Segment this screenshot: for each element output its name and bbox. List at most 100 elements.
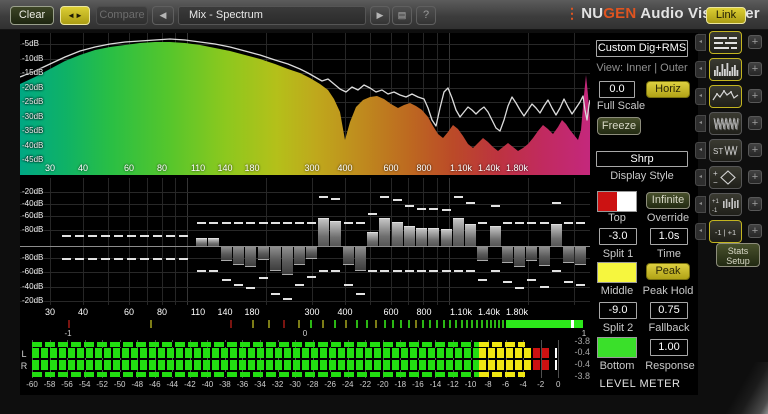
meter-readout-value[interactable]: -3.8 <box>566 336 590 346</box>
correlation-view-add-button[interactable]: + <box>748 224 762 238</box>
fallback-value[interactable]: 0.75 <box>650 302 688 319</box>
correlation-view-button[interactable]: -1 | +1 <box>709 220 742 243</box>
grid-line <box>266 178 267 305</box>
spectrum-bars-view-add-button[interactable]: + <box>748 62 762 76</box>
mid-band-bar <box>245 247 256 267</box>
grid-line <box>20 230 590 231</box>
correlation-tick <box>466 320 468 328</box>
correlation-tick <box>415 320 417 328</box>
peak-hold-dash <box>564 281 573 284</box>
clear-button[interactable]: Clear <box>10 6 54 25</box>
vectorscope-view-add-button[interactable]: + <box>748 170 762 184</box>
view-mode-label[interactable]: View: Inner | Outer <box>596 62 687 74</box>
peak-hold-dash <box>127 258 136 260</box>
next-arrow-icon: ▶ <box>376 10 384 20</box>
split2-value[interactable]: -9.0 <box>599 302 637 319</box>
mid-band-bar <box>233 247 244 265</box>
spectrum-line-view-add-button[interactable]: + <box>748 89 762 103</box>
spectrum-line-view-button[interactable] <box>709 85 742 108</box>
spectrogram-view-add-button[interactable]: + <box>748 116 762 130</box>
meter-scale-number: -50 <box>113 380 126 389</box>
split1-value[interactable]: -3.0 <box>599 228 637 245</box>
stereo-spectrogram-view-tab[interactable]: ◂ <box>695 142 706 159</box>
meter-bar-yellow <box>479 348 532 358</box>
meter-tick <box>558 340 560 378</box>
spectrum-db-label: -45dB <box>22 155 44 164</box>
middle-color-swatch[interactable] <box>597 262 637 283</box>
spectrum-db-label: -5dB <box>22 39 39 48</box>
spectrum-bars-view-tab[interactable]: ◂ <box>695 61 706 78</box>
level-meter-view-button[interactable] <box>709 31 742 54</box>
spectrogram-view-button[interactable] <box>709 112 742 135</box>
correlation-tick <box>481 320 483 328</box>
top-color-swatch[interactable] <box>597 191 637 212</box>
mid-band-bar <box>502 247 513 263</box>
meter-readout-value[interactable]: -0.4 <box>566 347 590 357</box>
peak-hold-dash <box>552 202 561 205</box>
mid-band-bar <box>379 218 390 246</box>
mid-freq-label: 600 <box>383 307 399 317</box>
full-scale-label: Full Scale <box>596 100 646 112</box>
peak-hold-dash <box>319 196 328 198</box>
vectorscope-view-button[interactable]: + − <box>709 166 742 189</box>
grid-line <box>108 178 109 305</box>
stereo-spectrogram-view-button[interactable]: ST <box>709 139 742 162</box>
preset-next-button[interactable]: ▶ <box>370 6 390 25</box>
peak-hold-dash <box>515 221 524 224</box>
vectorscope-view-tab[interactable]: ◂ <box>695 169 706 186</box>
stereo-spectrogram-view-add-button[interactable]: + <box>748 143 762 157</box>
spectrum-fill <box>20 42 590 175</box>
mid-band-bar <box>404 226 415 246</box>
correlation-tick <box>150 320 152 328</box>
spectrogram-view-tab[interactable]: ◂ <box>695 115 706 132</box>
meter-readout-value[interactable]: -3.8 <box>566 371 590 381</box>
correlation-view-tab[interactable]: ◂ <box>695 223 706 240</box>
meter-scale-number: -6 <box>502 380 510 389</box>
spectrum-bars-view-button[interactable] <box>709 58 742 81</box>
meter-bar-green <box>32 360 480 370</box>
level-meter-view-icon <box>714 37 737 49</box>
correlation-tick <box>268 320 270 328</box>
help-button[interactable]: ? <box>416 6 436 25</box>
compare-button[interactable]: Compare <box>96 6 148 25</box>
swap-ab-button[interactable]: ◄► <box>60 6 90 25</box>
peak-button[interactable]: Peak <box>646 263 690 280</box>
meter-thin-green <box>32 342 480 347</box>
level-meter-view-add-button[interactable]: + <box>748 35 762 49</box>
correlation-tick <box>384 320 386 328</box>
meter-readout-value[interactable]: -0.4 <box>566 359 590 369</box>
mid-band-bar <box>282 247 293 275</box>
correlation-bands-view-button[interactable]: +1 -1 <box>709 193 742 216</box>
mid-band-bar <box>465 224 476 246</box>
horiz-button[interactable]: Horiz <box>646 81 690 98</box>
preset-prev-button[interactable]: ◀ <box>152 6 174 25</box>
stats-setup-button[interactable]: Stats Setup <box>716 243 760 267</box>
response-value[interactable]: 1.00 <box>650 339 688 356</box>
meter-scale-number: 0 <box>555 380 561 389</box>
preset-list-button[interactable]: ▤ <box>392 6 412 25</box>
meter-type-box[interactable]: Custom Dig+RMS <box>596 40 688 57</box>
correlation-tick <box>356 320 358 328</box>
level-meter-view-tab[interactable]: ◂ <box>695 34 706 51</box>
link-button[interactable]: Link <box>706 7 746 24</box>
freeze-button[interactable]: Freeze <box>597 117 641 135</box>
correlation-tick <box>436 320 438 328</box>
spectrum-line-view-tab[interactable]: ◂ <box>695 88 706 105</box>
spectrum-db-label: -15dB <box>22 68 44 77</box>
peak-hold-dash <box>259 221 268 224</box>
peak-hold-dash <box>140 258 149 260</box>
peak-hold-dash <box>576 284 585 287</box>
bottom-color-swatch[interactable] <box>597 337 637 358</box>
override-button[interactable]: Infinite <box>646 192 690 209</box>
correlation-tick <box>408 320 410 328</box>
correlation-bands-view-add-button[interactable]: + <box>748 197 762 211</box>
preset-name-field[interactable]: Mix - Spectrum <box>178 6 366 25</box>
full-scale-value[interactable]: 0.0 <box>599 81 635 98</box>
correlation-bands-view-tab[interactable]: ◂ <box>695 196 706 213</box>
display-style-box[interactable]: Shrp <box>596 151 688 167</box>
time-value[interactable]: 1.0s <box>650 228 688 245</box>
mid-band-bar <box>330 221 341 246</box>
meter-thin-yellow <box>479 372 525 377</box>
meter-channel-label-r: R <box>20 361 28 371</box>
spectrum-freq-label: 1.40k <box>477 163 501 173</box>
